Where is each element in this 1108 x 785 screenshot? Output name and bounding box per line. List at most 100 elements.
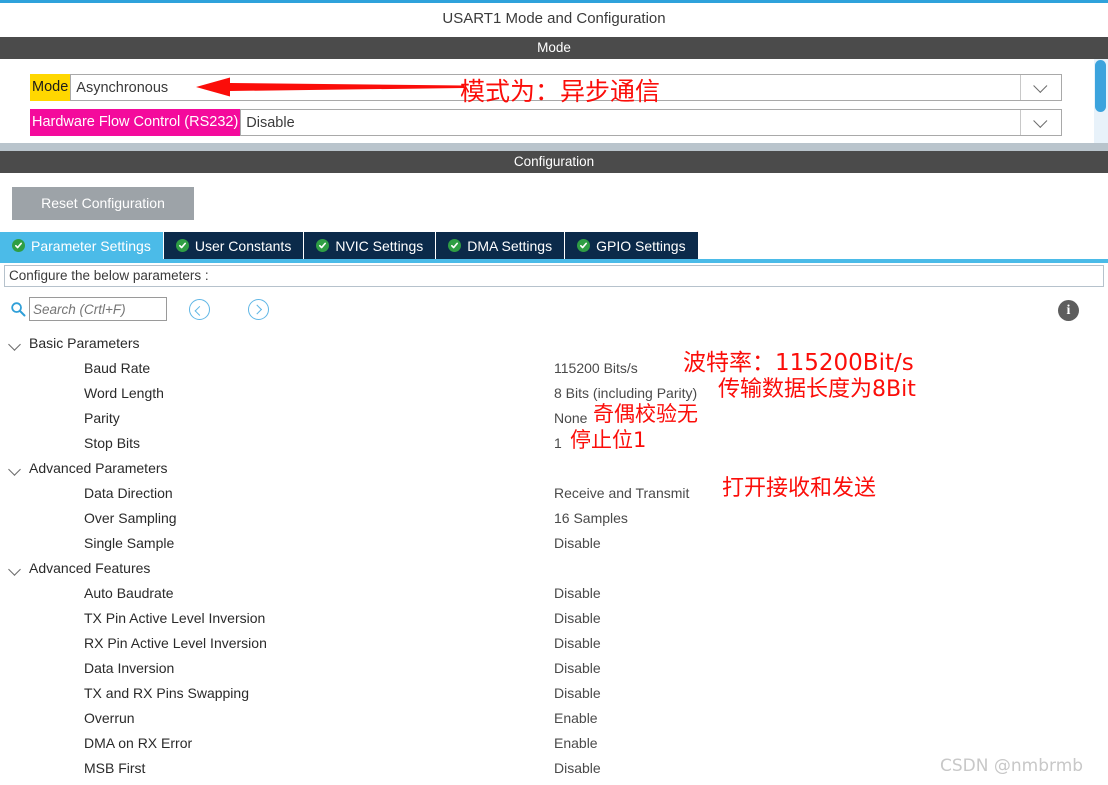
mode-label: Mode	[30, 74, 71, 101]
parameter-value[interactable]: Disable	[554, 631, 601, 656]
parameter-row[interactable]: Auto Baudrate Disable	[0, 581, 1100, 606]
green-check-icon	[12, 239, 25, 252]
circle-right-arrow-icon[interactable]	[248, 299, 269, 320]
parameter-name: Baud Rate	[84, 360, 151, 376]
hardware-flow-control-label: Hardware Flow Control (RS232)	[30, 109, 241, 136]
parameter-row[interactable]: Word Length 8 Bits (including Parity)	[0, 381, 1100, 406]
parameter-value[interactable]: Enable	[554, 731, 598, 756]
parameter-name: RX Pin Active Level Inversion	[84, 635, 267, 651]
parameter-value[interactable]: 8 Bits (including Parity)	[554, 381, 697, 406]
green-check-icon	[448, 239, 462, 252]
parameter-row[interactable]: Stop Bits 1	[0, 431, 1100, 456]
parameter-name: Advanced Features	[29, 560, 151, 576]
configuration-tabs: Parameter Settings User Constants NVIC S…	[0, 232, 699, 259]
mode-section-header: Mode	[0, 37, 1108, 59]
tab-label: NVIC Settings	[335, 237, 424, 254]
parameter-value[interactable]: Disable	[554, 606, 601, 631]
chevron-down-icon[interactable]	[8, 338, 21, 351]
tab-label: Parameter Settings	[31, 237, 151, 254]
parameter-name: Parity	[84, 410, 120, 426]
chevron-down-icon[interactable]	[1020, 75, 1061, 100]
parameter-value[interactable]: Disable	[554, 681, 601, 706]
parameter-name: TX and RX Pins Swapping	[84, 685, 249, 701]
hardware-flow-control-value: Disable	[246, 114, 295, 131]
green-check-icon	[175, 239, 189, 252]
panel-divider	[0, 143, 1108, 151]
tab-parameter-settings[interactable]: Parameter Settings	[0, 232, 164, 259]
page-title: USART1 Mode and Configuration	[0, 3, 1108, 34]
chevron-down-icon[interactable]	[8, 563, 21, 576]
parameter-name: DMA on RX Error	[84, 735, 193, 751]
parameter-name: Advanced Parameters	[29, 460, 168, 476]
tab-label: User Constants	[194, 237, 292, 254]
parameter-name: Over Sampling	[84, 510, 177, 526]
mode-panel: Mode Asynchronous Hardware Flow Control …	[0, 59, 1092, 147]
parameter-row[interactable]: Data Direction Receive and Transmit	[0, 481, 1100, 506]
parameter-value[interactable]: Disable	[554, 581, 601, 606]
configure-notice: Configure the below parameters :	[4, 265, 1104, 287]
search-icon	[10, 301, 26, 317]
circle-left-arrow-icon[interactable]	[189, 299, 210, 320]
parameter-value[interactable]: Disable	[554, 531, 601, 556]
parameter-row[interactable]: Over Sampling 16 Samples	[0, 506, 1100, 531]
mode-dropdown[interactable]: Asynchronous	[70, 74, 1062, 101]
parameter-name: Stop Bits	[84, 435, 141, 451]
green-check-icon	[577, 239, 591, 252]
tabs-underline	[0, 259, 1108, 263]
hardware-flow-control-dropdown[interactable]: Disable	[240, 109, 1062, 136]
mode-panel-scrollbar-thumb[interactable]	[1095, 60, 1106, 112]
parameter-name: Auto Baudrate	[84, 585, 174, 601]
parameter-row[interactable]: RX Pin Active Level Inversion Disable	[0, 631, 1100, 656]
parameter-value[interactable]: Disable	[554, 756, 601, 781]
parameter-name: Word Length	[84, 385, 164, 401]
parameter-name: Data Inversion	[84, 660, 175, 676]
parameter-value[interactable]: 1	[554, 431, 562, 456]
green-check-icon	[316, 239, 330, 252]
parameter-name: Data Direction	[84, 485, 173, 501]
watermark: CSDN @nmbrmb	[940, 756, 1084, 776]
mode-value: Asynchronous	[76, 79, 169, 96]
parameter-group-row[interactable]: Advanced Parameters	[0, 456, 1100, 481]
tab-label: DMA Settings	[467, 237, 553, 254]
parameter-row[interactable]: Single Sample Disable	[0, 531, 1100, 556]
tab-dma-settings[interactable]: DMA Settings	[436, 232, 566, 259]
parameter-group-row[interactable]: Advanced Features	[0, 556, 1100, 581]
parameter-row[interactable]: DMA on RX Error Enable	[0, 731, 1100, 756]
parameter-name: Basic Parameters	[29, 335, 140, 351]
reset-configuration-button[interactable]: Reset Configuration	[12, 187, 194, 220]
configuration-section-header: Configuration	[0, 151, 1108, 173]
parameter-row[interactable]: TX and RX Pins Swapping Disable	[0, 681, 1100, 706]
usart1-configuration-window: USART1 Mode and Configuration Mode Mode …	[0, 0, 1108, 785]
chevron-down-icon[interactable]	[8, 463, 21, 476]
parameter-row[interactable]: TX Pin Active Level Inversion Disable	[0, 606, 1100, 631]
info-icon[interactable]: i	[1058, 300, 1079, 321]
tab-gpio-settings[interactable]: GPIO Settings	[565, 232, 699, 259]
parameter-name: TX Pin Active Level Inversion	[84, 610, 266, 626]
tab-nvic-settings[interactable]: NVIC Settings	[304, 232, 437, 259]
tab-label: GPIO Settings	[596, 237, 686, 254]
chevron-down-icon[interactable]	[1020, 110, 1061, 135]
parameter-name: Single Sample	[84, 535, 175, 551]
parameter-row[interactable]: Baud Rate 115200 Bits/s	[0, 356, 1100, 381]
parameter-value[interactable]: None	[554, 406, 587, 431]
parameter-group-row[interactable]: Basic Parameters	[0, 331, 1100, 356]
parameter-value[interactable]: 115200 Bits/s	[554, 356, 638, 381]
parameter-row[interactable]: Parity None	[0, 406, 1100, 431]
parameter-value[interactable]: Receive and Transmit	[554, 481, 689, 506]
parameter-row[interactable]: Overrun Enable	[0, 706, 1100, 731]
parameter-value[interactable]: Disable	[554, 656, 601, 681]
configuration-panel: Reset Configuration Parameter Settings U…	[0, 173, 1108, 785]
search-toolbar	[4, 293, 1104, 327]
mode-row: Mode Asynchronous	[30, 74, 1062, 101]
parameter-value[interactable]: Enable	[554, 706, 598, 731]
parameter-row[interactable]: Data Inversion Disable	[0, 656, 1100, 681]
parameter-tree: Basic Parameters Baud Rate 115200 Bits/s Wo…	[0, 331, 1100, 781]
hardware-flow-control-row: Hardware Flow Control (RS232) Disable	[30, 109, 1062, 136]
tab-user-constants[interactable]: User Constants	[163, 232, 305, 259]
parameter-row[interactable]: MSB First Disable	[0, 756, 1100, 781]
parameter-name: MSB First	[84, 760, 146, 776]
parameter-value[interactable]: 16 Samples	[554, 506, 628, 531]
search-input[interactable]	[30, 298, 166, 320]
parameter-name: Overrun	[84, 710, 135, 726]
search-input-wrapper[interactable]	[29, 297, 167, 321]
